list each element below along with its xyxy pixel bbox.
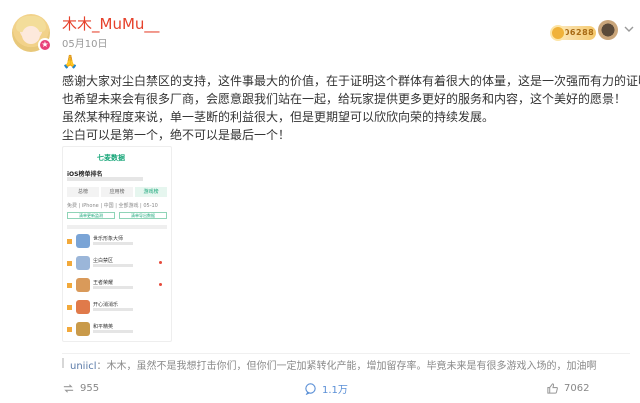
- app-meta-bar: [93, 264, 133, 267]
- comment-button[interactable]: 1.1万: [304, 378, 348, 398]
- like-count: 7062: [564, 382, 590, 394]
- screenshot-subtitle-bar: [67, 177, 143, 181]
- app-meta-bar: [93, 308, 133, 311]
- rank-marker: [67, 239, 72, 244]
- rank-marker: [67, 327, 72, 332]
- screenshot-app-row: 世乐形象大师: [67, 233, 169, 251]
- fan-badge-star-icon: [550, 25, 566, 41]
- like-button[interactable]: 7062: [546, 378, 589, 398]
- screenshot-button: 清单导出数据: [119, 212, 167, 219]
- trend-dot-icon: [159, 261, 162, 264]
- app-meta-bar: [93, 286, 133, 289]
- post-paragraph: 虽然某种程度来说，单一茎断的利益很大，但是更期望可以欣欣向荣的持续发展。: [62, 110, 495, 124]
- screenshot-button: 清单更新监测: [67, 212, 115, 219]
- commenter-name[interactable]: uniicl: [70, 361, 97, 372]
- post-paragraph: 尘白可以是第一个，绝不可以是最后一个！: [62, 128, 291, 142]
- app-meta-bar: [93, 330, 133, 333]
- screenshot-header-bar: [67, 225, 167, 229]
- app-icon: [76, 300, 90, 314]
- chevron-down-icon[interactable]: [622, 22, 636, 36]
- rank-marker: [67, 261, 72, 266]
- pray-emoji: 🙏: [62, 55, 79, 70]
- avatar-face: [22, 26, 40, 44]
- screenshot-app-row: 尘白禁区: [67, 255, 169, 273]
- app-name: 世乐形象大师: [93, 236, 124, 242]
- app-meta-bar: [93, 242, 133, 245]
- fan-badge[interactable]: 006288: [550, 25, 596, 41]
- screenshot-tab: 总榜: [67, 187, 99, 197]
- repost-count: 955: [80, 382, 100, 394]
- screenshot-app-row: 和平精英: [67, 321, 169, 339]
- verified-badge-icon: ★: [38, 38, 52, 52]
- attached-screenshot[interactable]: 七麦数据 iOS榜单排名 总榜 应用榜 游戏榜 免费 | iPhone | 中国…: [62, 146, 172, 342]
- thumbs-up-icon: [547, 382, 558, 394]
- screenshot-topbar: 七麦数据: [63, 153, 171, 165]
- post-paragraph: 也希望未来会有很多厂商，会愿意跟我们站在一起，给玩家提供更多更好的服务和内容，这…: [62, 92, 627, 106]
- app-icon: [76, 322, 90, 336]
- screenshot-app-row: 开心消消乐: [67, 299, 169, 317]
- app-name: 开心消消乐: [93, 302, 119, 308]
- screenshot-tab: 应用榜: [101, 187, 133, 197]
- post-paragraph: 感谢大家对尘白禁区的支持，这件事最大的价值，在于证明这个群体有着很大的体量，这是…: [62, 74, 640, 88]
- rank-marker: [67, 283, 72, 288]
- app-name: 王者荣耀: [93, 280, 114, 286]
- app-name: 尘白禁区: [93, 258, 114, 264]
- app-icon: [76, 278, 90, 292]
- repost-button[interactable]: 955: [62, 378, 99, 398]
- comment-icon: [305, 382, 316, 395]
- top-comment[interactable]: uniicl：木木，虽然不是我想打击你们，但你们一定加紧转化产能，增加留存率。毕…: [62, 353, 630, 372]
- screenshot-buttons: 清单更新监测 清单导出数据: [67, 212, 167, 219]
- username-link[interactable]: 木木_MuMu__: [62, 13, 159, 34]
- screenshot-tab-active: 游戏榜: [135, 187, 167, 197]
- screenshot-app-row: 王者荣耀: [67, 277, 169, 295]
- post-time[interactable]: 05月10日: [62, 35, 107, 50]
- screenshot-filter: 免费 | iPhone | 中国 | 全部游戏 | 05-10: [67, 203, 158, 209]
- fan-avatar[interactable]: [598, 20, 618, 40]
- comment-body: ：木木，虽然不是我想打击你们，但你们一定加紧转化产能，增加留存率。毕竟未来是有很…: [96, 361, 597, 372]
- action-bar: 955 1.1万 7062: [62, 378, 590, 398]
- app-name: 和平精英: [93, 324, 114, 330]
- screenshot-brand: 七麦数据: [97, 154, 125, 162]
- comment-count: 1.1万: [322, 384, 348, 396]
- app-icon: [76, 234, 90, 248]
- quote-bar: [62, 358, 64, 368]
- trend-dot-icon: [159, 283, 162, 286]
- top-comment-text: uniicl：木木，虽然不是我想打击你们，但你们一定加紧转化产能，增加留存率。毕…: [70, 357, 597, 372]
- repost-icon: [63, 383, 74, 393]
- rank-marker: [67, 305, 72, 310]
- post-content: 🙏 感谢大家对尘白禁区的支持，这件事最大的价值，在于证明这个群体有着很大的体量，…: [62, 54, 640, 144]
- weibo-post-card: ★ 木木_MuMu__ 05月10日 006288 🙏 感谢大家对尘白禁区的支持…: [0, 0, 640, 403]
- screenshot-tabs: 总榜 应用榜 游戏榜: [67, 187, 167, 197]
- app-icon: [76, 256, 90, 270]
